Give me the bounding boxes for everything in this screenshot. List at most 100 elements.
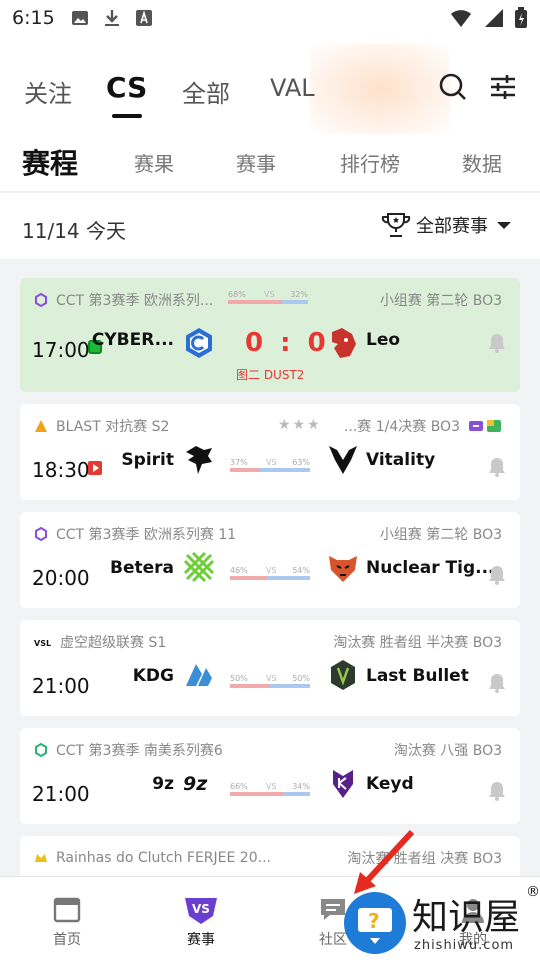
- team-left-name: Betera: [110, 558, 174, 578]
- help-badge-icon: ?: [344, 892, 406, 954]
- bet-icon: [487, 420, 501, 432]
- match-stage: ...赛 1/4决赛 BO3: [343, 419, 460, 435]
- match-stage: 小组赛 第二轮 BO3: [379, 293, 502, 309]
- keyd-team-logo-icon: [333, 770, 353, 798]
- nav-events[interactable]: VS 赛事: [166, 895, 236, 949]
- bell-icon[interactable]: [486, 672, 508, 694]
- filter-label: 全部赛事: [416, 216, 488, 237]
- vs-label: VS: [266, 674, 277, 683]
- match-time: 20:00: [32, 566, 90, 590]
- vsl-league-icon: VSL: [34, 639, 51, 648]
- match-card[interactable]: CCT 第3赛季 欧洲系列赛 11 小组赛 第二轮 BO3 20:00 Bete…: [20, 512, 520, 608]
- tab-events[interactable]: 赛事: [236, 148, 276, 177]
- header-glow: [310, 44, 450, 134]
- 9z-team-logo-icon: 9z: [183, 773, 208, 795]
- cct-league-icon: [35, 293, 47, 307]
- team-right-name: Keyd: [366, 774, 414, 794]
- last-bullet-team-logo-icon: [331, 660, 355, 690]
- filter-sliders-icon[interactable]: [488, 72, 518, 102]
- nuclear-tigers-team-logo-icon: [329, 556, 357, 582]
- team-left-name: 9z: [152, 774, 174, 794]
- odds-left: 66%: [230, 782, 248, 791]
- odds-right: 50%: [292, 674, 310, 683]
- match-card[interactable]: CCT 第3赛季 南美系列赛6 淘汰赛 八强 BO3 21:00 9z 9z 6…: [20, 728, 520, 824]
- match-card[interactable]: BLAST 对抗赛 S2 ...赛 1/4决赛 BO3 ★★★ 18:30 Sp…: [20, 404, 520, 500]
- match-time: 21:00: [32, 782, 90, 806]
- event-filter-dropdown[interactable]: 全部赛事: [380, 212, 516, 238]
- tab-data[interactable]: 数据: [462, 148, 502, 177]
- active-tab-underline: [112, 114, 142, 118]
- odds-right: 34%: [292, 782, 310, 791]
- team-right-name: Leo: [366, 330, 401, 350]
- svg-text:?: ?: [368, 909, 380, 933]
- bell-icon[interactable]: [486, 332, 508, 354]
- spirit-team-logo-icon: [186, 446, 212, 474]
- team-right-name: Nuclear Tig...: [366, 558, 495, 578]
- vitality-team-logo-icon: [329, 446, 357, 474]
- rating-stars: ★★★: [278, 417, 322, 433]
- svg-text:VS: VS: [192, 902, 210, 916]
- watermark-registered: ®: [526, 884, 540, 900]
- wifi-icon: [451, 10, 471, 27]
- bell-icon[interactable]: [486, 564, 508, 586]
- win-odds-bar: 68% VS 32%: [228, 290, 308, 306]
- match-time: 21:00: [32, 674, 90, 698]
- bell-icon[interactable]: [486, 780, 508, 802]
- home-icon: [53, 897, 81, 923]
- league-name: BLAST 对抗赛 S2: [56, 419, 170, 435]
- vs-label: VS: [266, 566, 277, 575]
- video-play-icon[interactable]: [88, 461, 102, 475]
- bell-icon[interactable]: [486, 456, 508, 478]
- tab-val[interactable]: VAL: [270, 74, 315, 102]
- match-stage: 淘汰赛 胜者组 半决赛 BO3: [333, 635, 502, 651]
- league-name: 虚空超级联赛 S1: [60, 635, 167, 651]
- match-card[interactable]: CCT 第3赛季 欧洲系列... 小组赛 第二轮 BO3 68% VS 32% …: [20, 278, 520, 392]
- match-time: 18:30: [32, 458, 90, 482]
- nav-home[interactable]: 首页: [32, 895, 102, 949]
- match-card[interactable]: VSL 虚空超级联赛 S1 淘汰赛 胜者组 半决赛 BO3 21:00 KDG …: [20, 620, 520, 716]
- image-icon: [71, 11, 88, 25]
- trophy-icon: [381, 213, 411, 237]
- vs-shield-icon: VS: [185, 898, 217, 924]
- svg-text:9z: 9z: [183, 773, 208, 795]
- vs-label: VS: [264, 290, 275, 299]
- search-icon[interactable]: [438, 72, 468, 102]
- app-a-icon: [135, 10, 152, 26]
- match-header: BLAST 对抗赛 S2 ...赛 1/4决赛 BO3: [34, 416, 502, 436]
- watermark-title: 知识屋: [412, 897, 521, 938]
- win-odds-bar: 66% VS 34%: [230, 782, 310, 798]
- odds-left: 37%: [230, 458, 248, 467]
- odds-right: 54%: [292, 566, 310, 575]
- match-header: Rainhas do Clutch FERJEE 20... 淘汰赛 胜者组 决…: [34, 848, 502, 868]
- league-name: CCT 第3赛季 欧洲系列赛 11: [56, 527, 237, 543]
- match-header: CCT 第3赛季 南美系列赛6 淘汰赛 八强 BO3: [34, 740, 502, 760]
- signal-icon: [485, 9, 503, 27]
- kdg-team-logo-icon: [186, 664, 212, 686]
- odds-right: 63%: [292, 458, 310, 467]
- tab-follow[interactable]: 关注: [24, 74, 72, 109]
- top-nav: 关注 CS 全部 VAL: [0, 36, 540, 136]
- sub-nav: 赛程 赛果 赛事 排行榜 数据: [0, 136, 540, 192]
- odds-left: 46%: [230, 566, 248, 575]
- tab-schedule[interactable]: 赛程: [22, 142, 78, 182]
- tab-results[interactable]: 赛果: [134, 148, 174, 177]
- win-odds-bar: 46% VS 54%: [230, 566, 310, 582]
- status-time: 6:15: [12, 7, 55, 29]
- match-stage: 小组赛 第二轮 BO3: [379, 527, 502, 543]
- nav-events-label: 赛事: [187, 932, 215, 948]
- status-bar: 6:15: [0, 0, 540, 36]
- tab-rankings[interactable]: 排行榜: [340, 148, 400, 177]
- cct-league-icon: [35, 527, 47, 541]
- match-card[interactable]: Rainhas do Clutch FERJEE 20... 淘汰赛 胜者组 决…: [20, 836, 520, 876]
- odds-left: 68%: [228, 290, 246, 299]
- team-right-name: Vitality: [366, 450, 436, 470]
- date-bar: 11/14 今天 全部赛事: [0, 193, 540, 259]
- watermark-url: zhishiwu.com: [414, 938, 515, 953]
- tab-cs[interactable]: CS: [106, 71, 147, 104]
- team-left-name: Spirit: [121, 450, 174, 470]
- tab-all[interactable]: 全部: [182, 74, 230, 109]
- download-icon: [104, 10, 119, 26]
- odds-left: 50%: [230, 674, 248, 683]
- rainhas-league-icon: [35, 854, 47, 862]
- match-stage: 淘汰赛 八强 BO3: [393, 743, 502, 759]
